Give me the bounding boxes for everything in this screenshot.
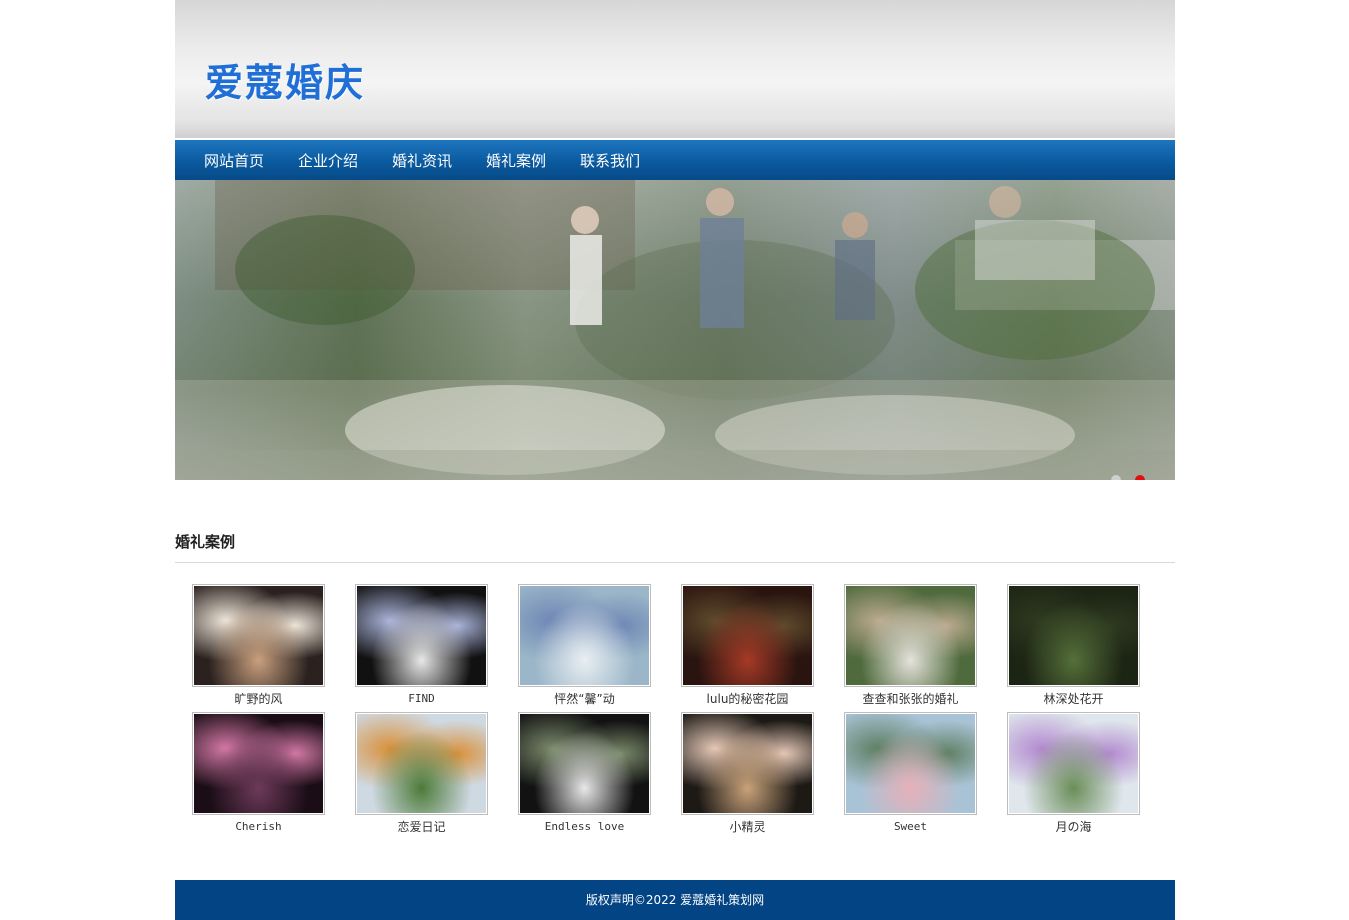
nav-item-news[interactable]: 婚礼资讯 xyxy=(386,150,458,171)
case-card[interactable]: 查查和张张的婚礼 xyxy=(844,584,977,706)
case-card[interactable]: Sweet xyxy=(844,712,977,834)
case-thumbnail[interactable] xyxy=(844,712,977,815)
banner-image xyxy=(175,180,1175,480)
case-caption[interactable]: 旷野的风 xyxy=(192,692,325,706)
case-caption[interactable]: lulu的秘密花园 xyxy=(681,692,814,706)
case-card[interactable]: 怦然“馨”动 xyxy=(518,584,651,706)
case-card[interactable]: FIND xyxy=(355,584,488,706)
case-thumbnail[interactable] xyxy=(681,712,814,815)
case-caption[interactable]: Endless love xyxy=(518,820,651,834)
case-card[interactable]: 月の海 xyxy=(1007,712,1140,834)
nav-item-contact[interactable]: 联系我们 xyxy=(574,150,646,171)
slide-indicators xyxy=(1111,475,1145,480)
section-divider xyxy=(175,562,1175,563)
site-logo[interactable]: 爱蔻婚庆 xyxy=(205,52,365,107)
case-card[interactable]: 林深处花开 xyxy=(1007,584,1140,706)
case-caption[interactable]: 小精灵 xyxy=(681,820,814,834)
nav-item-cases[interactable]: 婚礼案例 xyxy=(480,150,552,171)
footer-copyright: 版权声明©2022 爱蔻婚礼策划网 xyxy=(585,893,765,907)
case-caption[interactable]: FIND xyxy=(355,692,488,706)
slide-dot-1[interactable] xyxy=(1111,475,1121,480)
case-card[interactable]: 恋爱日记 xyxy=(355,712,488,834)
site-header: 爱蔻婚庆 xyxy=(175,0,1175,138)
case-caption[interactable]: 怦然“馨”动 xyxy=(518,692,651,706)
case-thumbnail[interactable] xyxy=(681,584,814,687)
case-card[interactable]: 小精灵 xyxy=(681,712,814,834)
case-grid: 旷野的风 FIND 怦然“馨”动 lulu的秘密花园 查查和张张的婚礼 林深处花开 Cher… xyxy=(192,584,1172,834)
case-card[interactable]: Cherish xyxy=(192,712,325,834)
case-thumbnail[interactable] xyxy=(1007,712,1140,815)
case-caption[interactable]: 恋爱日记 xyxy=(355,820,488,834)
case-thumbnail[interactable] xyxy=(518,712,651,815)
case-thumbnail[interactable] xyxy=(355,584,488,687)
case-thumbnail[interactable] xyxy=(355,712,488,815)
case-caption[interactable]: 查查和张张的婚礼 xyxy=(844,692,977,706)
banner-slideshow[interactable] xyxy=(175,180,1175,480)
case-thumbnail[interactable] xyxy=(1007,584,1140,687)
case-thumbnail[interactable] xyxy=(518,584,651,687)
case-thumbnail[interactable] xyxy=(192,712,325,815)
case-caption[interactable]: 月の海 xyxy=(1007,820,1140,834)
section-title: 婚礼案例 xyxy=(175,533,236,551)
main-nav: 网站首页 企业介绍 婚礼资讯 婚礼案例 联系我们 xyxy=(175,140,1175,180)
case-caption[interactable]: Cherish xyxy=(192,820,325,834)
case-thumbnail[interactable] xyxy=(192,584,325,687)
case-card[interactable]: lulu的秘密花园 xyxy=(681,584,814,706)
case-thumbnail[interactable] xyxy=(844,584,977,687)
case-card[interactable]: Endless love xyxy=(518,712,651,834)
nav-item-about[interactable]: 企业介绍 xyxy=(292,150,364,171)
case-card[interactable]: 旷野的风 xyxy=(192,584,325,706)
slide-dot-2[interactable] xyxy=(1135,475,1145,480)
case-caption[interactable]: 林深处花开 xyxy=(1007,692,1140,706)
nav-item-home[interactable]: 网站首页 xyxy=(198,150,270,171)
site-footer: 版权声明©2022 爱蔻婚礼策划网 xyxy=(175,880,1175,920)
case-caption[interactable]: Sweet xyxy=(844,820,977,834)
